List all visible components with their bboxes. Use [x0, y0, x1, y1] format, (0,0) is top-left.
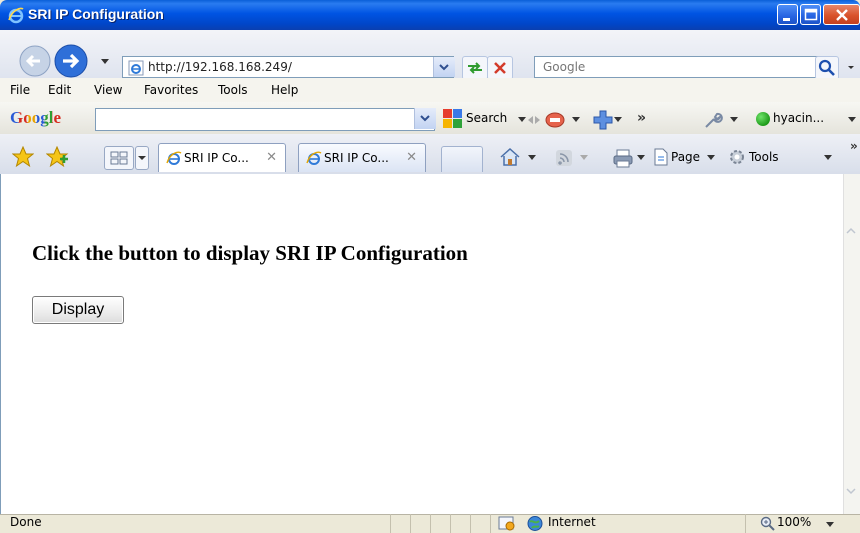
search-input[interactable]	[541, 59, 825, 75]
home-dropdown-icon[interactable]	[528, 154, 536, 162]
zoom-magnifier-icon[interactable]	[760, 516, 776, 532]
account-name[interactable]: hyacin...	[773, 111, 824, 125]
close-tab-icon[interactable]: ✕	[266, 150, 277, 165]
tools-gear-icon	[730, 150, 744, 164]
page-content	[0, 174, 843, 514]
zoom-level[interactable]: 100%	[777, 515, 811, 529]
window-title: SRI IP Configuration	[28, 6, 164, 22]
refresh-icon	[468, 62, 482, 74]
menu-view[interactable]: View	[94, 83, 122, 97]
page-menu-label[interactable]: Page	[671, 150, 700, 164]
close-window-button[interactable]	[823, 4, 860, 25]
feeds-icon[interactable]	[555, 149, 573, 167]
feeds-dropdown-icon[interactable]	[580, 154, 588, 162]
menu-bar	[0, 78, 860, 102]
tab-label: SRI IP Co...	[324, 151, 389, 165]
account-dropdown-icon[interactable]	[848, 116, 856, 124]
ie-logo-icon	[166, 151, 182, 165]
tools-menu-label[interactable]: Tools	[749, 150, 779, 164]
settings-dropdown-icon[interactable]	[730, 116, 738, 124]
home-icon[interactable]	[498, 146, 522, 168]
puzzle-dropdown-icon[interactable]	[614, 116, 622, 124]
status-divider	[450, 514, 451, 533]
tools-dropdown-icon[interactable]	[824, 154, 832, 162]
ie-page-icon	[128, 60, 144, 76]
vertical-scrollbar[interactable]	[843, 174, 860, 514]
magnifier-icon	[818, 59, 835, 76]
popup-blocker-icon[interactable]	[544, 111, 566, 129]
refresh-button[interactable]	[462, 56, 488, 80]
menu-file[interactable]: File	[10, 83, 30, 97]
protected-mode-icon[interactable]	[498, 515, 516, 532]
history-dropdown-icon[interactable]	[100, 58, 110, 66]
menu-edit[interactable]: Edit	[48, 83, 71, 97]
command-bar-overflow-chevron[interactable]: »	[850, 139, 858, 153]
new-tab-button[interactable]	[441, 146, 483, 172]
stop-icon	[494, 62, 506, 74]
menu-favorites[interactable]: Favorites	[144, 83, 198, 97]
search-box[interactable]	[534, 56, 834, 78]
google-logo[interactable]: Google	[10, 108, 61, 128]
address-dropdown-button[interactable]	[433, 57, 455, 77]
menu-help[interactable]: Help	[271, 83, 298, 97]
popup-blocker-dropdown-icon[interactable]	[572, 116, 580, 124]
tab-list-button[interactable]	[135, 146, 149, 170]
zoom-dropdown-icon[interactable]	[826, 521, 834, 529]
status-divider	[745, 514, 746, 533]
status-divider	[470, 514, 471, 533]
status-divider	[430, 514, 431, 533]
back-arrow-icon[interactable]	[18, 44, 52, 78]
ie-logo-icon	[306, 151, 322, 165]
online-status-icon	[756, 112, 770, 126]
minimize-button[interactable]	[777, 4, 798, 25]
chevron-down-icon	[420, 115, 430, 122]
maximize-button[interactable]	[800, 4, 821, 25]
stop-button[interactable]	[487, 56, 513, 80]
chevron-down-icon	[138, 156, 146, 160]
quick-tabs-icon	[110, 151, 128, 165]
status-divider	[490, 514, 491, 533]
search-options-dropdown-icon[interactable]	[846, 56, 856, 78]
internet-globe-icon	[527, 516, 543, 531]
display-button[interactable]: Display	[32, 296, 124, 324]
title-bar[interactable]: SRI IP Configuration	[0, 0, 860, 30]
google-search-input[interactable]	[95, 108, 435, 131]
quick-tabs-button[interactable]	[104, 146, 134, 170]
browser-window: SRI IP Configuration http://192.168.168.…	[0, 0, 860, 533]
status-divider	[390, 514, 391, 533]
chevron-down-icon	[439, 64, 449, 71]
toolbar-overflow-chevron[interactable]: »	[637, 110, 646, 126]
google-search-button-label[interactable]: Search	[466, 111, 507, 125]
page-dropdown-icon[interactable]	[707, 154, 715, 162]
tab-1[interactable]: SRI IP Co... ✕	[158, 143, 286, 172]
print-dropdown-icon[interactable]	[637, 154, 645, 162]
scroll-up-arrow-icon[interactable]	[844, 226, 858, 236]
puzzle-icon[interactable]	[592, 109, 616, 131]
status-divider	[410, 514, 411, 533]
close-tab-icon[interactable]: ✕	[406, 150, 417, 165]
wrench-icon[interactable]	[703, 110, 723, 130]
google-search-icon[interactable]	[442, 108, 464, 130]
scroll-down-arrow-icon[interactable]	[844, 486, 858, 496]
google-search-dropdown[interactable]	[414, 108, 436, 129]
print-icon[interactable]	[612, 148, 634, 168]
forward-arrow-icon[interactable]	[53, 43, 89, 79]
search-button[interactable]	[815, 56, 839, 80]
tab-2[interactable]: SRI IP Co... ✕	[298, 143, 426, 172]
add-favorite-icon[interactable]	[46, 146, 70, 168]
favorites-star-icon[interactable]	[12, 146, 34, 168]
security-zone-label[interactable]: Internet	[548, 515, 596, 529]
menu-tools[interactable]: Tools	[218, 83, 248, 97]
url-text: http://192.168.168.249/	[148, 60, 292, 74]
tab-label: SRI IP Co...	[184, 151, 249, 165]
address-field[interactable]: http://192.168.168.249/	[122, 56, 455, 78]
page-heading: Click the button to display SRI IP Confi…	[32, 241, 468, 265]
search-options-dropdown-icon[interactable]	[518, 116, 526, 124]
arrows-icon	[528, 116, 540, 124]
ie-logo-icon	[8, 7, 24, 24]
page-icon	[654, 148, 668, 166]
status-text: Done	[10, 515, 42, 529]
